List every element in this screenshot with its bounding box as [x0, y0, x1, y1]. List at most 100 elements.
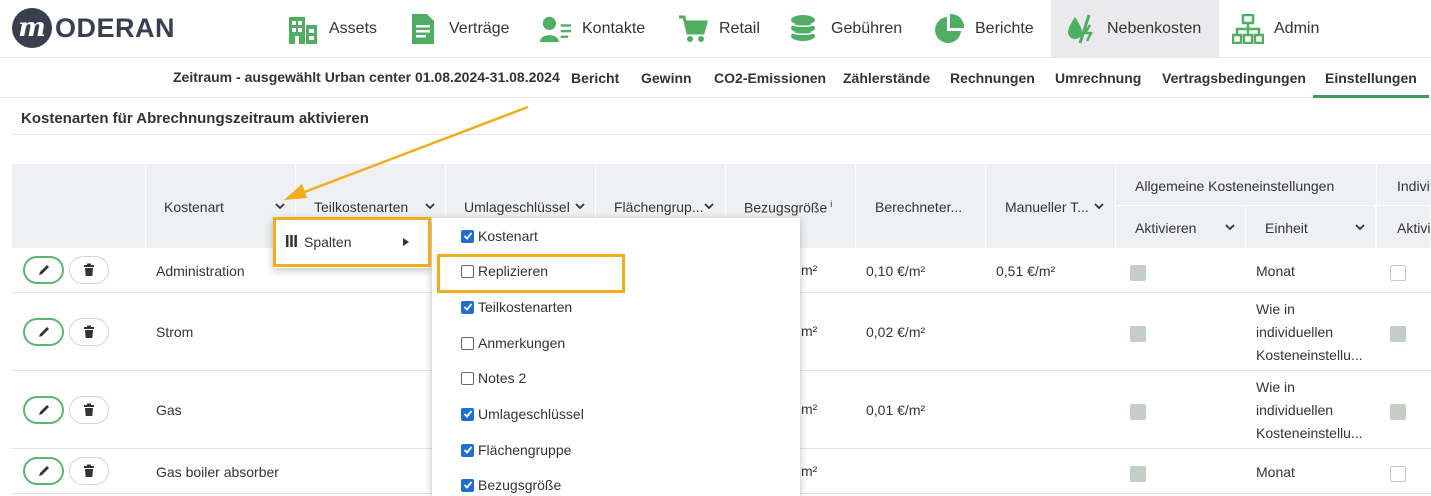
- einheit-line: Wie in: [1256, 379, 1295, 395]
- pie-chart-icon: [933, 13, 965, 45]
- option-label: Teilkostenarten: [478, 299, 573, 315]
- checkbox-unchecked[interactable]: [461, 336, 474, 350]
- aktivieren-checkbox[interactable]: [1130, 326, 1146, 342]
- checkbox-checked[interactable]: [461, 229, 474, 243]
- header-manueller[interactable]: Manueller T...: [986, 164, 1116, 248]
- checkbox-checked[interactable]: [461, 478, 474, 492]
- column-option-bezugsgroesse[interactable]: Bezugsgröße: [461, 475, 561, 495]
- tab-bericht[interactable]: Bericht: [571, 58, 619, 96]
- individuelle-checkbox[interactable]: [1390, 265, 1406, 281]
- chevron-down-icon[interactable]: [574, 200, 586, 212]
- column-option-flaechengruppe[interactable]: Flächengruppe: [461, 440, 571, 460]
- nav-admin[interactable]: Admin: [1232, 0, 1319, 58]
- edit-button[interactable]: [23, 256, 64, 284]
- nav-label: Nebenkosten: [1107, 20, 1202, 37]
- nav-kontakte[interactable]: Kontakte: [540, 0, 645, 58]
- chevron-down-icon[interactable]: [1224, 221, 1236, 233]
- einheit-line: Kosteneinstellu...: [1256, 347, 1363, 363]
- trash-icon: [84, 403, 94, 416]
- header-einheit[interactable]: Einheit: [1246, 206, 1376, 248]
- cell-berechneter: 0,10 €/m²: [866, 263, 926, 279]
- nav-label: Admin: [1274, 20, 1320, 37]
- checkbox-unchecked[interactable]: [461, 371, 474, 385]
- tab-umrechnung[interactable]: Umrechnung: [1055, 58, 1141, 96]
- contact-icon: [540, 13, 572, 45]
- column-option-umlageschluessel[interactable]: Umlageschlüssel: [461, 404, 584, 424]
- column-option-kostenart[interactable]: Kostenart: [461, 226, 538, 246]
- org-chart-icon: [1232, 13, 1264, 45]
- einheit-line: Wie in: [1256, 301, 1295, 317]
- chevron-down-icon[interactable]: [703, 200, 715, 212]
- edit-button[interactable]: [23, 318, 64, 346]
- divider: [12, 134, 1431, 135]
- tab-co2-emissionen[interactable]: CO2-Emissionen: [714, 58, 826, 96]
- chevron-down-icon[interactable]: [1354, 221, 1366, 233]
- nav-retail[interactable]: Retail: [677, 0, 760, 58]
- delete-button[interactable]: [69, 457, 109, 485]
- coins-icon: [789, 13, 821, 45]
- header-label: Indivi: [1397, 178, 1430, 194]
- option-label: Kostenart: [478, 228, 538, 244]
- nav-label: Retail: [719, 20, 760, 37]
- checkbox-checked[interactable]: [461, 300, 474, 314]
- option-label: Anmerkungen: [478, 335, 566, 351]
- cell-kostenart: Gas: [156, 402, 182, 418]
- trash-icon: [84, 325, 94, 338]
- nav-vertraege[interactable]: Verträge: [407, 0, 509, 58]
- nav-gebuehren[interactable]: Gebühren: [789, 0, 902, 58]
- column-option-notes-2[interactable]: Notes 2: [461, 368, 526, 388]
- header-label: Kostenart: [164, 199, 224, 215]
- header-berechneter[interactable]: Berechneter...: [856, 164, 986, 248]
- nav-label: Gebühren: [831, 20, 903, 37]
- header-aktivieren[interactable]: Aktivieren: [1116, 206, 1246, 248]
- nav-berichte[interactable]: Berichte: [933, 0, 1034, 58]
- header-label: Flächengrup...: [614, 199, 704, 215]
- logo-mark: m: [12, 8, 52, 48]
- nav-nebenkosten[interactable]: Nebenkosten: [1051, 0, 1219, 58]
- pencil-icon: [38, 327, 49, 337]
- header-actions: [12, 164, 146, 248]
- column-option-anmerkungen[interactable]: Anmerkungen: [461, 333, 565, 353]
- info-icon[interactable]: i: [830, 199, 832, 209]
- option-label: Notes 2: [478, 370, 527, 386]
- trash-icon: [84, 263, 94, 276]
- chevron-down-icon[interactable]: [1093, 200, 1105, 212]
- tab-vertragsbedingungen[interactable]: Vertragsbedingungen: [1162, 58, 1306, 96]
- cell-kostenart: Strom: [156, 324, 194, 340]
- edit-button[interactable]: [23, 396, 64, 424]
- individuelle-checkbox[interactable]: [1390, 466, 1406, 482]
- cell-bezugsgroesse: m²: [801, 323, 818, 339]
- cell-bezugsgroesse: m²: [801, 463, 818, 479]
- document-icon: [407, 13, 439, 45]
- header-label: Allgemeine Kosteneinstellungen: [1135, 178, 1335, 194]
- individuelle-checkbox[interactable]: [1390, 326, 1406, 342]
- cell-bezugsgroesse: m²: [801, 262, 818, 278]
- cell-manueller: 0,51 €/m²: [996, 263, 1056, 279]
- individuelle-checkbox[interactable]: [1390, 404, 1406, 420]
- cell-kostenart: Gas boiler absorber: [156, 464, 279, 480]
- header-label: Einheit: [1265, 220, 1308, 236]
- pencil-icon: [38, 405, 49, 415]
- tab-zaehlerstaende[interactable]: Zählerstände: [843, 58, 930, 96]
- aktivieren-checkbox[interactable]: [1130, 265, 1146, 281]
- tab-einstellungen[interactable]: Einstellungen: [1313, 58, 1429, 98]
- aktivieren-checkbox[interactable]: [1130, 404, 1146, 420]
- cell-berechneter: 0,02 €/m²: [866, 324, 926, 340]
- delete-button[interactable]: [69, 396, 109, 424]
- tab-rechnungen[interactable]: Rechnungen: [950, 58, 1035, 96]
- edit-button[interactable]: [23, 457, 64, 485]
- logo[interactable]: m ODERAN: [12, 8, 175, 48]
- tab-gewinn[interactable]: Gewinn: [641, 58, 692, 96]
- option-label: Flächengruppe: [478, 442, 572, 458]
- delete-button[interactable]: [69, 256, 109, 284]
- delete-button[interactable]: [69, 318, 109, 346]
- column-option-teilkostenarten[interactable]: Teilkostenarten: [461, 297, 572, 317]
- period-label: Zeitraum - ausgewählt Urban center 01.08…: [173, 69, 560, 85]
- aktivieren-checkbox[interactable]: [1130, 466, 1146, 482]
- nav-assets[interactable]: Assets: [287, 0, 377, 58]
- checkbox-checked[interactable]: [461, 443, 474, 457]
- logo-text: ODERAN: [55, 12, 176, 43]
- checkbox-checked[interactable]: [461, 407, 474, 421]
- header-individuelle-aktivieren[interactable]: Aktivi: [1376, 206, 1431, 248]
- einheit-line: Kosteneinstellu...: [1256, 425, 1363, 441]
